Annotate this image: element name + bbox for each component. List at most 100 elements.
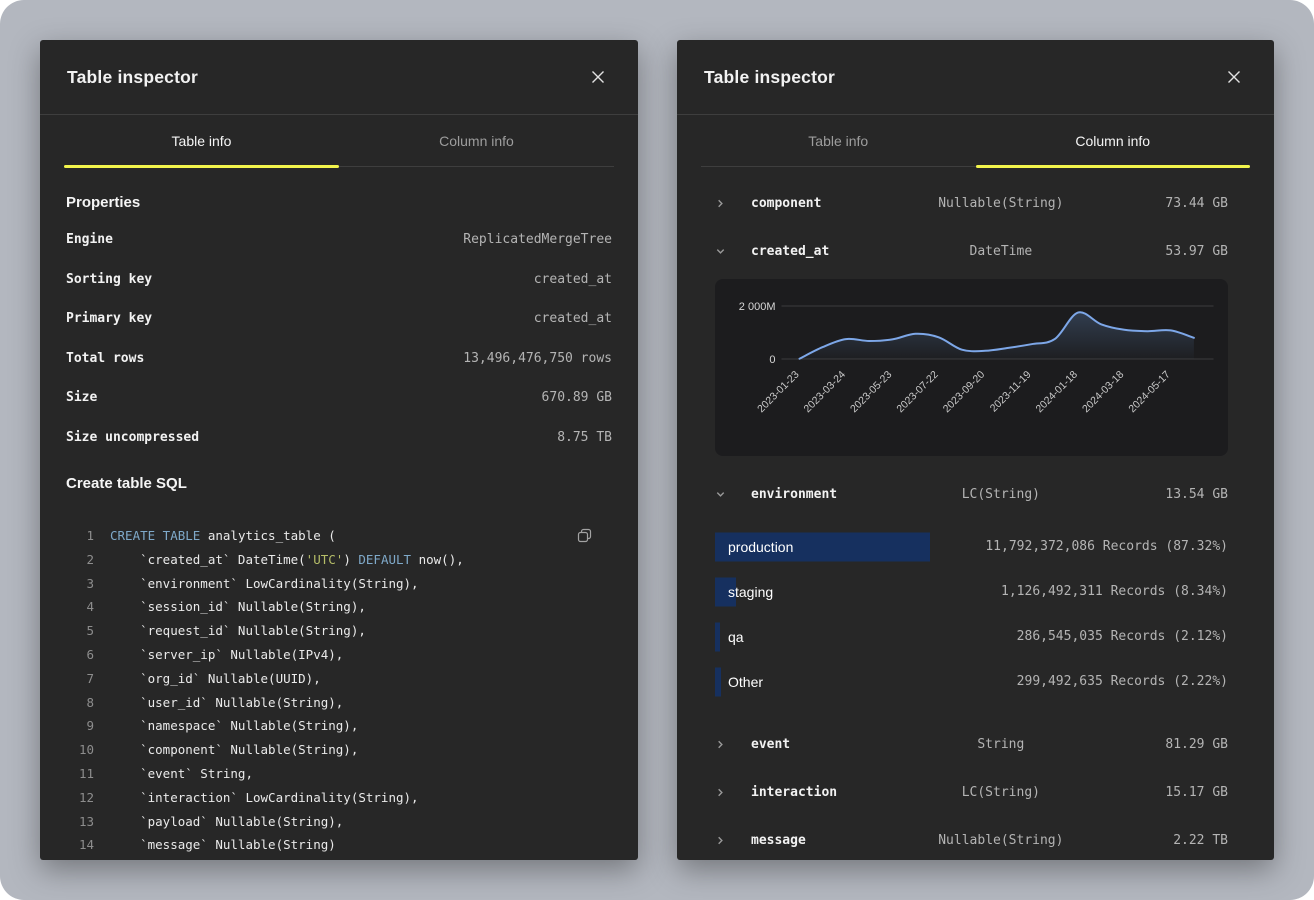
property-label: Engine <box>66 232 113 247</box>
code-text: `payload` Nullable(String), <box>110 810 343 834</box>
code-text: CREATE TABLE analytics_table ( <box>110 524 336 548</box>
copy-button[interactable] <box>573 524 596 547</box>
column-row[interactable]: messageNullable(String)2.22 TB <box>715 816 1228 860</box>
properties-list: Engine ReplicatedMergeTree Sorting key crea… <box>66 220 612 457</box>
properties-heading: Properties <box>66 194 612 211</box>
line-number: 6 <box>66 643 94 667</box>
created-at-histogram: 2 000M 0 2023-01-232023-03-242023-05-232… <box>715 279 1228 456</box>
sql-line: 12 `interaction` LowCardinality(String), <box>66 786 612 810</box>
modal-header: Table inspector <box>677 40 1274 115</box>
sql-line: 6 `server_ip` Nullable(IPv4), <box>66 643 612 667</box>
line-number: 8 <box>66 691 94 715</box>
column-row[interactable]: interactionLC(String)15.17 GB <box>715 768 1228 816</box>
env-value-row: Other299,492,635 Records (2.22%) <box>715 659 1228 704</box>
x-tick-label: 2023-05-23 <box>848 369 895 416</box>
line-number: 13 <box>66 810 94 834</box>
line-number: 7 <box>66 667 94 691</box>
property-label: Sorting key <box>66 272 152 287</box>
line-number: 2 <box>66 548 94 572</box>
property-row: Engine ReplicatedMergeTree <box>66 220 612 260</box>
sql-line: 5 `request_id` Nullable(String), <box>66 619 612 643</box>
property-row: Sorting key created_at <box>66 260 612 300</box>
env-value-records: 299,492,635 Records (2.22%) <box>1017 674 1228 689</box>
code-text: `component` Nullable(String), <box>110 738 358 762</box>
column-type: Nullable(String) <box>925 833 1076 848</box>
tab-table-info[interactable]: Table info <box>701 115 976 166</box>
column-size: 53.97 GB <box>1077 244 1228 259</box>
property-value: created_at <box>534 311 612 326</box>
close-icon <box>1227 70 1241 84</box>
column-type: DateTime <box>925 244 1076 259</box>
property-value: 8.75 TB <box>557 430 612 445</box>
code-text: `namespace` Nullable(String), <box>110 714 358 738</box>
copy-icon <box>577 528 592 543</box>
property-value: 670.89 GB <box>542 390 612 405</box>
sql-line: 2 `created_at` DateTime('UTC') DEFAULT n… <box>66 548 612 572</box>
screenshot-canvas: Table inspector Table info Column info P… <box>0 0 1314 900</box>
table-inspector-modal-left: Table inspector Table info Column info P… <box>40 40 638 860</box>
property-row: Total rows13,496,476,750 rows <box>66 339 612 379</box>
modal-header: Table inspector <box>40 40 638 115</box>
column-name: created_at <box>751 244 925 259</box>
x-tick-label: 2023-11-19 <box>988 369 1034 415</box>
tab-table-info[interactable]: Table info <box>64 115 339 166</box>
sql-line: 1 CREATE TABLE analytics_table ( <box>66 524 612 548</box>
sql-line: 9 `namespace` Nullable(String), <box>66 714 612 738</box>
code-text: `session_id` Nullable(String), <box>110 595 366 619</box>
sql-line: 10 `component` Nullable(String), <box>66 738 612 762</box>
column-name: message <box>751 833 925 848</box>
tab-column-info[interactable]: Column info <box>339 115 614 166</box>
sql-line: 11 `event` String, <box>66 762 612 786</box>
column-row[interactable]: eventString81.29 GB <box>715 720 1228 768</box>
line-number: 3 <box>66 572 94 596</box>
column-row[interactable]: environmentLC(String)13.54 GB <box>715 470 1228 518</box>
table-info-content: Properties Engine ReplicatedMergeTree Sort… <box>40 194 638 860</box>
chevron-right-icon <box>715 198 751 209</box>
line-number: 9 <box>66 714 94 738</box>
sql-lines: 1CREATE TABLE analytics_table (2 `create… <box>66 524 612 860</box>
code-text: `user_id` Nullable(String), <box>110 691 343 715</box>
line-number: 4 <box>66 595 94 619</box>
property-value: ReplicatedMergeTree <box>463 232 612 247</box>
property-value: 13,496,476,750 rows <box>463 351 612 366</box>
close-button[interactable] <box>585 64 611 90</box>
property-value: created_at <box>534 272 612 287</box>
line-number: 1 <box>66 524 94 548</box>
column-type: String <box>925 737 1076 752</box>
env-value-row: qa286,545,035 Records (2.12%) <box>715 614 1228 659</box>
tab-column-info[interactable]: Column info <box>976 115 1251 166</box>
code-text: `message` Nullable(String) <box>110 833 336 857</box>
property-label: Size uncompressed <box>66 430 199 445</box>
x-tick-label: 2023-01-23 <box>755 369 802 416</box>
close-button[interactable] <box>1221 64 1247 90</box>
env-value-label: staging <box>715 584 773 600</box>
code-text: `server_ip` Nullable(IPv4), <box>110 643 343 667</box>
column-name: environment <box>751 487 925 502</box>
env-value-row: production11,792,372,086 Records (87.32%… <box>715 524 1228 569</box>
code-text: ) ENGINE = ReplicatedMergeTree('/clickho… <box>110 857 614 860</box>
line-number: 10 <box>66 738 94 762</box>
column-type: Nullable(String) <box>925 196 1076 211</box>
code-text: `request_id` Nullable(String), <box>110 619 366 643</box>
column-size: 2.22 TB <box>1077 833 1228 848</box>
columns-list: componentNullable(String)73.44 GBcreated… <box>677 167 1274 860</box>
y-tick-label-zero: 0 <box>769 354 775 366</box>
modal-title: Table inspector <box>704 67 835 88</box>
env-value-records: 286,545,035 Records (2.12%) <box>1017 629 1228 644</box>
code-text: `org_id` Nullable(UUID), <box>110 667 321 691</box>
property-row: Primary keycreated_at <box>66 299 612 339</box>
line-number: 5 <box>66 619 94 643</box>
property-row: Size uncompressed 8.75 TB <box>66 418 612 458</box>
column-size: 15.17 GB <box>1077 785 1228 800</box>
column-row[interactable]: componentNullable(String)73.44 GB <box>715 179 1228 227</box>
modal-title: Table inspector <box>67 67 198 88</box>
env-value-row: staging 1,126,492,311 Records (8.34%) <box>715 569 1228 614</box>
code-text: `event` String, <box>110 762 253 786</box>
chevron-down-icon <box>715 246 751 257</box>
x-tick-label: 2023-03-24 <box>802 369 849 416</box>
env-value-records: 1,126,492,311 Records (8.34%) <box>1001 584 1228 599</box>
code-text: `created_at` DateTime('UTC') DEFAULT now… <box>110 548 464 572</box>
created-at-histogram-svg: 2 000M 0 2023-01-232023-03-242023-05-232… <box>715 279 1228 456</box>
env-value-label: production <box>715 539 793 555</box>
column-row[interactable]: created_atDateTime53.97 GB <box>715 227 1228 275</box>
